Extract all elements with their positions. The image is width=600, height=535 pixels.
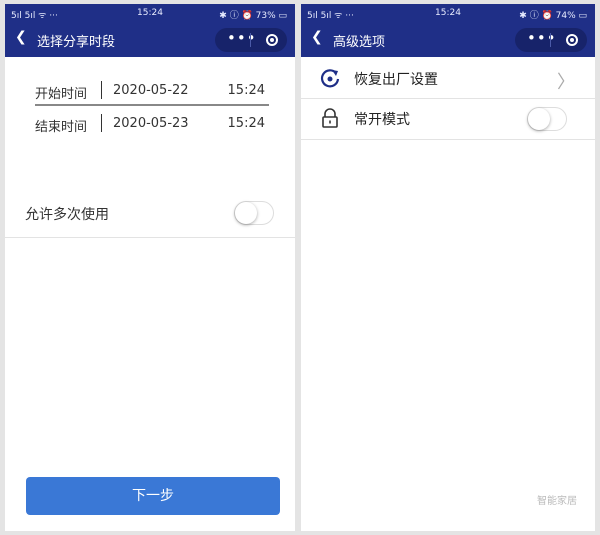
always-open-mode-toggle[interactable] xyxy=(527,107,567,131)
start-time-row[interactable]: 开始时间 2020-05-22 15:24 xyxy=(35,76,275,106)
back-arrow-icon[interactable]: ❮ xyxy=(15,29,27,45)
capsule-divider xyxy=(250,33,251,47)
start-time-value[interactable]: 15:24 xyxy=(228,83,265,98)
status-bar: 5ıl 5ıl ᯤ ··· 15:24 ✱ ⓘ ⏰ 74% ▭ xyxy=(301,4,595,22)
capsule-divider xyxy=(550,33,551,47)
status-bar: 5ıl 5ıl ᯤ ··· 15:24 ✱ ⓘ ⏰ 73% ▭ xyxy=(5,4,295,22)
battery-status: ✱ ⓘ ⏰ 74% ▭ xyxy=(519,11,587,21)
factory-reset-label: 恢复出厂设置 xyxy=(354,72,438,88)
start-time-label: 开始时间 xyxy=(35,87,88,102)
divider xyxy=(301,139,595,140)
allow-multiple-use-label: 允许多次使用 xyxy=(25,207,109,223)
end-time-row[interactable]: 结束时间 2020-05-23 15:24 xyxy=(35,109,275,139)
header-bar: 5ıl 5ıl ᯤ ··· 15:24 ✱ ⓘ ⏰ 73% ▭ ❮ 选择分享时段… xyxy=(5,4,295,57)
chevron-right-icon[interactable]: 〉 xyxy=(557,68,575,94)
page-title: 选择分享时段 xyxy=(37,35,116,50)
more-icon[interactable]: ••• xyxy=(227,29,257,47)
nav-bar: ❮ 高级选项 ••• xyxy=(301,22,595,57)
toggle-knob xyxy=(235,202,257,224)
close-target-icon[interactable] xyxy=(566,34,578,46)
toggle-knob xyxy=(528,108,550,130)
lock-icon xyxy=(322,108,338,128)
divider xyxy=(5,237,295,238)
nav-bar: ❮ 选择分享时段 ••• xyxy=(5,22,295,57)
separator xyxy=(101,114,102,132)
reset-icon xyxy=(320,69,340,88)
close-target-icon[interactable] xyxy=(266,34,278,46)
factory-reset-item[interactable]: 恢复出厂设置 〉 xyxy=(301,59,595,99)
page-title: 高级选项 xyxy=(333,35,386,50)
more-icon[interactable]: ••• xyxy=(527,29,557,47)
header-bar: 5ıl 5ıl ᯤ ··· 15:24 ✱ ⓘ ⏰ 74% ▭ ❮ 高级选项 •… xyxy=(301,4,595,57)
separator xyxy=(101,81,102,99)
battery-status: ✱ ⓘ ⏰ 73% ▭ xyxy=(219,11,287,21)
active-divider xyxy=(35,104,269,106)
start-date-value[interactable]: 2020-05-22 xyxy=(113,83,189,98)
phone-screen-advanced-options: 5ıl 5ıl ᯤ ··· 15:24 ✱ ⓘ ⏰ 74% ▭ ❮ 高级选项 •… xyxy=(301,4,595,531)
miniapp-capsule: ••• xyxy=(215,28,287,52)
miniapp-capsule: ••• xyxy=(515,28,587,52)
end-time-value[interactable]: 15:24 xyxy=(228,116,265,131)
end-time-label: 结束时间 xyxy=(35,120,88,135)
back-arrow-icon[interactable]: ❮ xyxy=(311,29,323,45)
always-open-mode-label: 常开模式 xyxy=(354,112,410,128)
watermark-text: 智能家居 xyxy=(537,496,577,507)
phone-screen-share-period: 5ıl 5ıl ᯤ ··· 15:24 ✱ ⓘ ⏰ 73% ▭ ❮ 选择分享时段… xyxy=(5,4,295,531)
next-step-button[interactable]: 下一步 xyxy=(26,477,280,515)
allow-multiple-use-toggle[interactable] xyxy=(234,201,274,225)
end-date-value[interactable]: 2020-05-23 xyxy=(113,116,189,131)
